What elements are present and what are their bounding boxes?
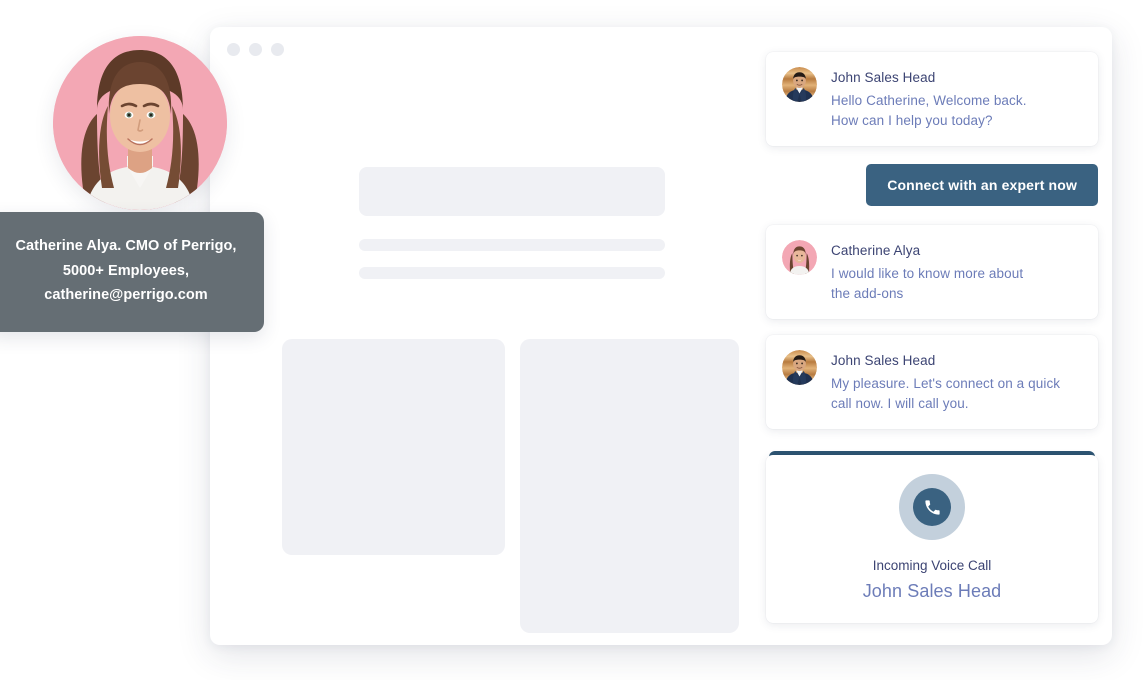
profile-tooltip: Catherine Alya. CMO of Perrigo, 5000+ Em…: [0, 212, 264, 332]
window-controls: [227, 43, 284, 56]
phone-icon-ring: [899, 474, 965, 540]
chat-spacer: [766, 319, 1098, 335]
window-dot-maximize-icon[interactable]: [271, 43, 284, 56]
chat-message-line: the add-ons: [831, 285, 904, 301]
chat-message-text: I would like to know more about the add-…: [831, 264, 1023, 303]
profile-avatar: [53, 36, 227, 210]
connect-with-expert-button[interactable]: Connect with an expert now: [866, 164, 1098, 206]
skeleton-hero-block: [359, 167, 665, 216]
john-avatar: [782, 350, 817, 385]
incoming-call-caller-name: John Sales Head: [862, 581, 1002, 601]
chat-panel: John Sales Head Hello Catherine, Welcome…: [766, 52, 1098, 623]
app-window: John Sales Head Hello Catherine, Welcome…: [210, 27, 1112, 645]
chat-message-line: How can I help you today?: [831, 112, 993, 128]
profile-tooltip-line: catherine@perrigo.com: [44, 287, 208, 303]
chat-sender-name: John Sales Head: [831, 70, 936, 85]
main-content-placeholder: [210, 73, 768, 645]
chat-message-text: My pleasure. Let's connect on a quick ca…: [831, 374, 1060, 413]
phone-icon-circle[interactable]: [913, 488, 951, 526]
catherine-avatar-image: [782, 240, 817, 275]
incoming-call-card[interactable]: Incoming Voice Call John Sales Head: [766, 455, 1098, 623]
chat-sender-name: Catherine Alya: [831, 243, 921, 258]
chat-message-body: Catherine Alya I would like to know more…: [831, 240, 1023, 303]
chat-message-card: Catherine Alya I would like to know more…: [766, 225, 1098, 319]
john-avatar-image: [782, 67, 817, 102]
john-avatar-image: [782, 350, 817, 385]
skeleton-panel-left: [282, 339, 505, 555]
cta-row: Connect with an expert now: [766, 164, 1098, 206]
skeleton-text-line-1: [359, 239, 665, 251]
profile-tooltip-line: 5000+ Employees,: [62, 262, 190, 279]
incoming-call-section: Incoming Voice Call John Sales Head: [766, 451, 1098, 623]
chat-message-line: My pleasure. Let's connect on a quick: [831, 376, 1061, 391]
chat-message-line: I would like to know more about: [831, 266, 1024, 281]
catherine-avatar: [782, 240, 817, 275]
profile-tooltip-line: Catherine Alya. CMO of Perrigo,: [15, 238, 237, 254]
chat-message-card: John Sales Head Hello Catherine, Welcome…: [766, 52, 1098, 146]
screenshot-stage: John Sales Head Hello Catherine, Welcome…: [0, 0, 1144, 680]
john-avatar: [782, 67, 817, 102]
chat-message-text: Hello Catherine, Welcome back. How can I…: [831, 91, 1027, 130]
skeleton-panel-right: [520, 339, 739, 633]
incoming-call-status: Incoming Voice Call: [872, 558, 992, 573]
window-dot-minimize-icon[interactable]: [249, 43, 262, 56]
skeleton-text-line-2: [359, 267, 665, 279]
profile-avatar-image: [53, 36, 227, 210]
chat-message-card: John Sales Head My pleasure. Let's conne…: [766, 335, 1098, 429]
chat-sender-name: John Sales Head: [831, 353, 936, 368]
chat-message-body: John Sales Head My pleasure. Let's conne…: [831, 350, 1060, 413]
window-dot-close-icon[interactable]: [227, 43, 240, 56]
phone-icon: [924, 499, 940, 515]
chat-message-line: Hello Catherine, Welcome back.: [831, 93, 1027, 108]
chat-message-body: John Sales Head Hello Catherine, Welcome…: [831, 67, 1027, 130]
chat-message-line: call now. I will call you.: [831, 395, 969, 411]
